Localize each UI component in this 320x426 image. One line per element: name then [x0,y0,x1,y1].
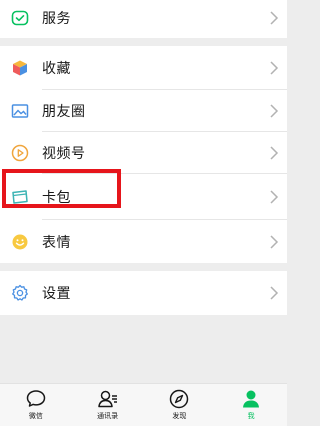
person-icon [243,390,260,408]
section-gap [0,263,287,271]
services-group: 服务 [0,0,287,38]
chevron-right-icon [270,60,279,75]
contacts-icon [97,390,117,408]
menu-item-stickers[interactable]: 表情 [0,220,287,263]
moments-picture-icon [11,102,29,120]
tab-label: 我 [247,412,255,420]
menu-item-label: 卡包 [42,189,71,206]
menu-item-label: 收藏 [42,60,71,77]
favorites-cube-icon [11,59,29,77]
menu-item-moments[interactable]: 朋友圈 [0,90,287,131]
menu-item-label: 视频号 [42,145,86,162]
chevron-right-icon [270,11,279,25]
chevron-right-icon [270,145,279,160]
menu-item-services[interactable]: 服务 [0,0,287,38]
tab-me[interactable]: 我 [215,384,287,426]
chevron-right-icon [270,234,279,249]
settings-group: 设置 [0,271,287,315]
tab-chats[interactable]: 微信 [0,384,72,426]
menu-item-label: 设置 [42,286,71,302]
tab-label: 发现 [172,412,187,420]
main-menu-group: 收藏 朋友圈 视频号 卡包 表情 [0,46,287,263]
tab-contacts[interactable]: 通讯录 [72,384,144,426]
menu-item-cards[interactable]: 卡包 [0,174,287,219]
menu-item-favorites[interactable]: 收藏 [0,46,287,89]
tab-label: 微信 [28,412,43,420]
chevron-right-icon [270,286,279,300]
tab-discover[interactable]: 发现 [144,384,216,426]
section-gap [0,38,287,46]
chevron-right-icon [270,103,279,118]
card-wallet-icon [11,188,29,206]
menu-item-settings[interactable]: 设置 [0,271,287,315]
menu-item-label: 朋友圈 [42,103,86,120]
services-icon [11,9,29,27]
compass-icon [170,389,189,409]
menu-item-label: 服务 [42,11,71,27]
chevron-right-icon [270,189,279,204]
settings-gear-icon [11,284,29,302]
menu-item-label: 表情 [42,234,71,251]
tab-label: 通讯录 [97,412,119,420]
channels-play-icon [11,144,29,162]
menu-item-channels[interactable]: 视频号 [0,132,287,173]
chat-bubble-icon [26,390,46,407]
bottom-tab-bar: 微信 通讯录 发现 我 [0,383,287,426]
stickers-smile-icon [11,233,29,251]
